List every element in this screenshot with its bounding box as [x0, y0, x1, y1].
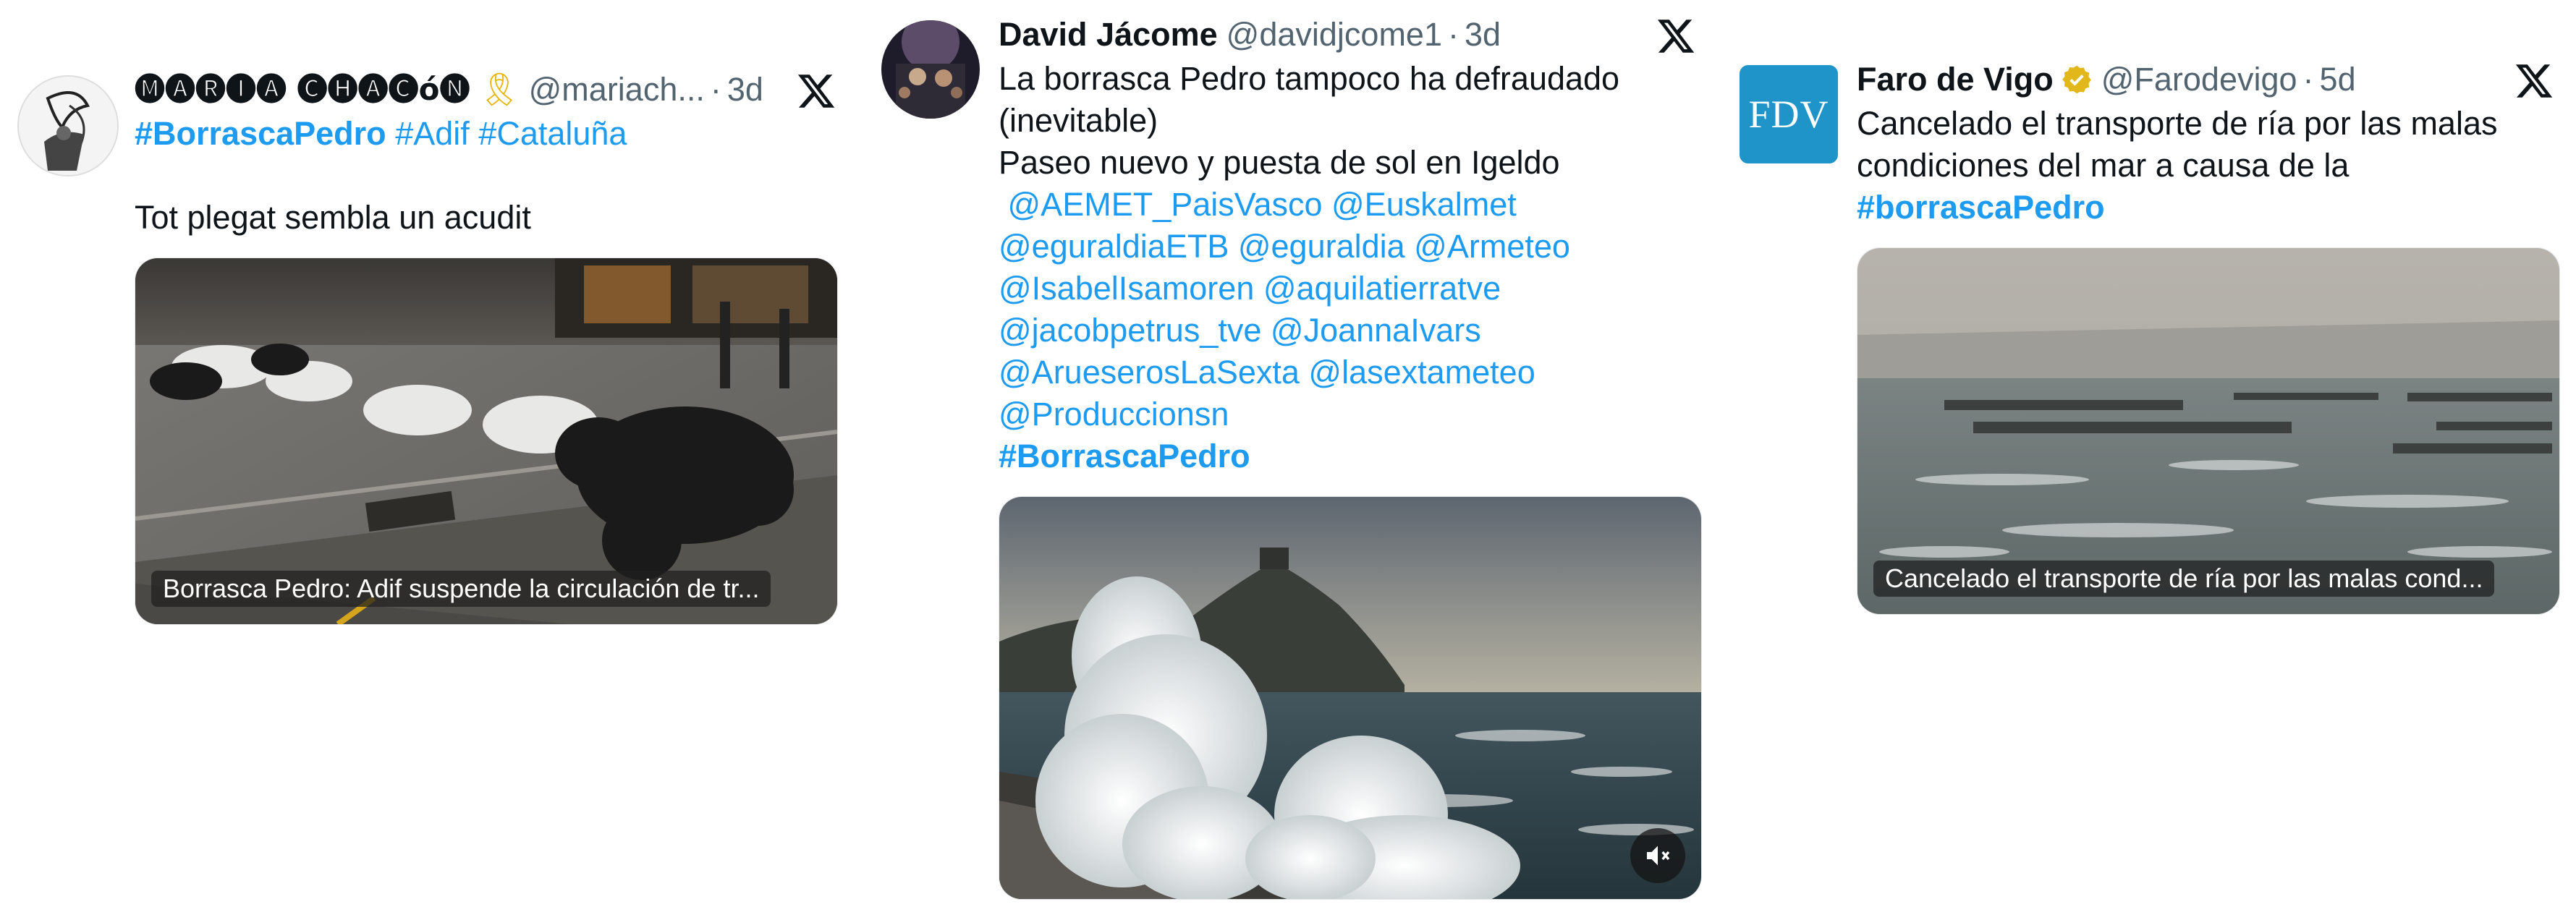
mention-line[interactable]: @eguraldiaETB @eguraldia @Armeteo	[999, 226, 1619, 268]
hashtag-link[interactable]: #BorrascaPedro	[135, 115, 386, 152]
tweet-video[interactable]	[999, 496, 1702, 900]
wave-video-frame	[999, 497, 1701, 899]
tweet-body: Cancelado el transporte de ría por las m…	[1857, 103, 2497, 229]
author-name[interactable]: David Jácome	[999, 13, 1218, 56]
separator: ·	[710, 71, 721, 108]
hashtag-link[interactable]: #Adif	[395, 115, 470, 152]
tweet-media[interactable]: Borrasca Pedro: Adif suspende la circula…	[135, 257, 838, 625]
fdv-logo: FDV	[1748, 93, 1829, 136]
mention-line[interactable]: @AEMET_PaisVasco @Euskalmet	[999, 184, 1619, 226]
toppled-motorbikes-photo	[135, 258, 837, 624]
avatar-image	[881, 20, 980, 119]
tweet-text-line: (inevitable)	[999, 102, 1158, 139]
timestamp[interactable]: 5d	[2320, 58, 2356, 101]
avatar[interactable]	[881, 20, 980, 119]
author-name[interactable]: 🅜🅐🅡🅘🅐 🅒🅗🅐🅒ó🅝	[135, 68, 470, 111]
hashtag-link[interactable]: #Cataluña	[478, 115, 627, 152]
tweet-body: #BorrascaPedro #Adif #Cataluña Tot plega…	[135, 113, 627, 239]
verified-badge-icon	[2062, 65, 2091, 94]
author-handle[interactable]: @mariach...	[529, 68, 705, 111]
tweet-header: David Jácome @davidjcome1 · 3d	[999, 13, 1501, 56]
tweet-card-2[interactable]: David Jácome @davidjcome1 · 3d La borras…	[865, 0, 1719, 920]
avatar[interactable]: FDV	[1740, 65, 1838, 163]
mention-line[interactable]: @ArueserosLaSexta @lasextameteo	[999, 352, 1619, 393]
media-caption: Borrasca Pedro: Adif suspende la circula…	[151, 571, 771, 607]
timestamp[interactable]: 3d	[1465, 13, 1501, 56]
tweet-text-line: Paseo nuevo y puesta de sol en Igeldo	[999, 144, 1560, 181]
separator: ·	[2302, 61, 2314, 98]
mention-line[interactable]: @Produccionsn	[999, 393, 1619, 435]
mention-line[interactable]: @IsabelIsamoren @aquilatierratve	[999, 268, 1619, 310]
stormy-estuary-photo	[1857, 248, 2559, 614]
author-name[interactable]: Faro de Vigo	[1857, 58, 2054, 101]
tweet-text: Tot plegat sembla un acudit	[135, 199, 531, 236]
tweet-text-line: Cancelado el transporte de ría por las m…	[1857, 105, 2498, 142]
timestamp[interactable]: 3d	[727, 68, 763, 111]
x-logo-icon[interactable]	[1656, 16, 1696, 56]
media-caption: Cancelado el transporte de ría por las m…	[1873, 561, 2495, 597]
mute-button[interactable]	[1630, 828, 1685, 883]
author-handle[interactable]: @Farodevigo	[2101, 58, 2297, 101]
hashtag-link[interactable]: #BorrascaPedro	[999, 435, 1619, 477]
hashtag-link[interactable]: #borrascaPedro	[1857, 187, 2497, 229]
avatar-image	[19, 77, 117, 175]
tweet-card-1[interactable]: 🅜🅐🅡🅘🅐 🅒🅗🅐🅒ó🅝 🎗 @mariach... · 3d #Borrasc…	[0, 0, 854, 920]
tweet-text-line: condiciones del mar a causa de la	[1857, 147, 2350, 184]
ribbon-icon: 🎗	[478, 70, 520, 108]
x-logo-icon[interactable]	[796, 71, 836, 111]
avatar[interactable]	[17, 75, 119, 176]
author-handle[interactable]: @davidjcome1	[1226, 13, 1442, 56]
tweet-header: 🅜🅐🅡🅘🅐 🅒🅗🅐🅒ó🅝 🎗 @mariach... · 3d	[135, 68, 763, 111]
tweet-media[interactable]: Cancelado el transporte de ría por las m…	[1857, 247, 2560, 615]
tweet-text-line: La borrasca Pedro tampoco ha defraudado	[999, 60, 1620, 97]
tweet-header: Faro de Vigo @Farodevigo · 5d	[1857, 58, 2356, 101]
tweet-card-3[interactable]: FDV Faro de Vigo @Farodevigo · 5d Cancel…	[1729, 0, 2576, 920]
tweet-body: La borrasca Pedro tampoco ha defraudado …	[999, 58, 1619, 477]
separator: ·	[1447, 16, 1459, 53]
mute-icon	[1647, 846, 1670, 866]
mention-line[interactable]: @jacobpetrus_tve @JoannaIvars	[999, 310, 1619, 352]
hashtag-line: #BorrascaPedro #Adif #Cataluña	[135, 113, 627, 155]
x-logo-icon[interactable]	[2514, 61, 2554, 101]
